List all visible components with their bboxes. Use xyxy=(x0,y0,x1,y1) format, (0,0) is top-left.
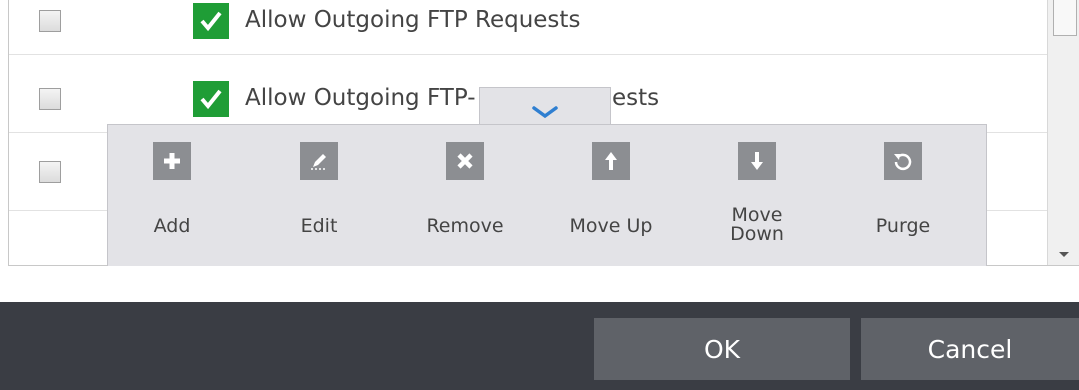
rule-name: Allow Outgoing FTP- xyxy=(245,85,476,111)
remove-label: Remove xyxy=(426,215,504,237)
chevron-down-icon xyxy=(532,106,558,119)
refresh-icon xyxy=(884,142,922,180)
enabled-check-icon[interactable] xyxy=(193,81,229,117)
add-label: Add xyxy=(153,215,191,237)
edit-label: Edit xyxy=(300,215,338,237)
arrow-down-icon xyxy=(738,142,776,180)
enabled-check-icon[interactable] xyxy=(193,3,229,39)
ok-button[interactable]: OK xyxy=(594,318,850,380)
x-icon xyxy=(446,142,484,180)
plus-icon xyxy=(153,142,191,180)
dialog-footer: OK Cancel xyxy=(0,302,1079,390)
scroll-thumb[interactable] xyxy=(1053,0,1077,36)
purge-label: Purge xyxy=(875,215,931,237)
cancel-button[interactable]: Cancel xyxy=(861,318,1079,380)
move-up-label: Move Up xyxy=(569,215,653,237)
edit-button[interactable]: Edit xyxy=(264,142,374,262)
vertical-scrollbar[interactable] xyxy=(1047,0,1079,265)
pencil-icon xyxy=(300,142,338,180)
row-select-checkbox[interactable] xyxy=(39,88,61,110)
row-select-checkbox[interactable] xyxy=(39,161,61,183)
scroll-down-arrow-icon[interactable] xyxy=(1059,252,1069,257)
move-down-button[interactable]: Move Down xyxy=(702,142,812,262)
remove-button[interactable]: Remove xyxy=(410,142,520,262)
row-select-checkbox[interactable] xyxy=(39,10,61,32)
rule-name: Allow Outgoing FTP Requests xyxy=(245,7,581,33)
move-up-button[interactable]: Move Up xyxy=(556,142,666,262)
add-button[interactable]: Add xyxy=(117,142,227,262)
move-down-label: Move Down xyxy=(730,204,784,245)
table-row[interactable]: Allow Outgoing FTP Requests xyxy=(9,0,1049,55)
arrow-up-icon xyxy=(592,142,630,180)
rule-name-tail: ests xyxy=(612,85,660,111)
purge-button[interactable]: Purge xyxy=(848,142,958,262)
toolbar-collapse-tab[interactable] xyxy=(479,87,611,125)
